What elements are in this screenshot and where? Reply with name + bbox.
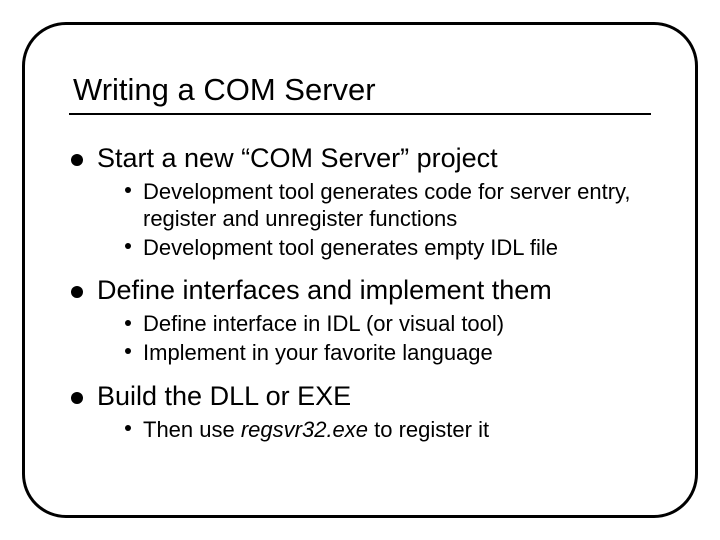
sub-list: Define interface in IDL (or visual tool)…	[97, 311, 651, 367]
sub-bullet-text: Implement in your favorite language	[143, 340, 493, 365]
sub-list: Then use regsvr32.exe to register it	[97, 417, 651, 444]
list-item: Development tool generates empty IDL fil…	[125, 235, 651, 262]
list-item: Define interface in IDL (or visual tool)	[125, 311, 651, 338]
title-underline	[69, 113, 651, 115]
list-item: Start a new “COM Server” project Develop…	[69, 143, 651, 261]
title-area: Writing a COM Server	[69, 73, 651, 115]
bullet-text: Define interfaces and implement them	[97, 275, 552, 305]
bullet-text: Build the DLL or EXE	[97, 381, 351, 411]
list-item: Development tool generates code for serv…	[125, 179, 651, 233]
sub-bullet-text-em: regsvr32.exe	[241, 417, 368, 442]
bullet-list: Start a new “COM Server” project Develop…	[69, 143, 651, 444]
sub-bullet-text-suffix: to register it	[368, 417, 489, 442]
slide-title: Writing a COM Server	[73, 73, 651, 107]
slide-frame: Writing a COM Server Start a new “COM Se…	[22, 22, 698, 518]
sub-bullet-text-prefix: Then use	[143, 417, 241, 442]
sub-bullet-text: Define interface in IDL (or visual tool)	[143, 311, 504, 336]
sub-bullet-text: Development tool generates empty IDL fil…	[143, 235, 558, 260]
list-item: Define interfaces and implement them Def…	[69, 275, 651, 367]
list-item: Build the DLL or EXE Then use regsvr32.e…	[69, 381, 651, 444]
sub-list: Development tool generates code for serv…	[97, 179, 651, 261]
bullet-text: Start a new “COM Server” project	[97, 143, 498, 173]
list-item: Then use regsvr32.exe to register it	[125, 417, 651, 444]
list-item: Implement in your favorite language	[125, 340, 651, 367]
sub-bullet-text: Development tool generates code for serv…	[143, 179, 631, 231]
slide: Writing a COM Server Start a new “COM Se…	[0, 0, 720, 540]
